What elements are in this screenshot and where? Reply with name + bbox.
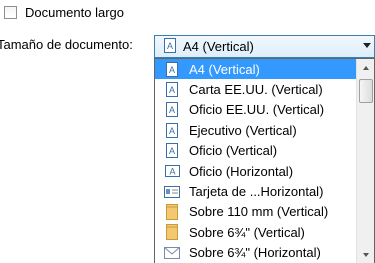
scroll-up-button[interactable] [357, 59, 374, 76]
dropdown-option[interactable]: Sobre 6¾" (Horizontal) [155, 243, 356, 263]
arrow-down-icon [362, 252, 369, 257]
document-size-label: Tamaño de documento: [0, 37, 133, 52]
dropdown-scrollbar[interactable] [356, 59, 374, 263]
svg-text:A: A [167, 41, 173, 51]
document-size-list: A A4 (Vertical) A Carta EE.UU. (Vertical) A O… [155, 59, 356, 263]
scroll-down-button[interactable] [357, 246, 374, 263]
svg-text:A: A [169, 126, 175, 136]
page-portrait-icon: A [164, 61, 180, 77]
dropdown-option[interactable]: A Carta EE.UU. (Vertical) [155, 79, 356, 99]
dropdown-option-label: Sobre 110 mm (Vertical) [189, 204, 329, 220]
dropdown-option[interactable]: Sobre 110 mm (Vertical) [155, 202, 356, 222]
envelope-icon [164, 224, 180, 241]
arrow-up-icon [362, 65, 369, 70]
dropdown-option-label: Carta EE.UU. (Vertical) [189, 82, 323, 98]
page-portrait-icon: A [164, 37, 176, 56]
dropdown-option-label: Sobre 6¾" (Vertical) [189, 224, 305, 240]
document-size-select[interactable]: A A4 (Vertical) [154, 35, 375, 58]
svg-text:A: A [169, 105, 175, 115]
long-document-option[interactable]: Documento largo [0, 3, 124, 21]
dropdown-option-label: Oficio (Vertical) [189, 143, 278, 159]
document-size-dropdown: A A4 (Vertical) A Carta EE.UU. (Vertical) A O… [154, 58, 375, 263]
dropdown-option[interactable]: A Ejecutivo (Vertical) [155, 120, 356, 140]
dropdown-option-label: Sobre 6¾" (Horizontal) [189, 245, 321, 261]
svg-text:A: A [169, 85, 175, 95]
page-portrait-icon: A [164, 143, 180, 159]
page-landscape-icon: A [164, 163, 180, 179]
svg-text:A: A [169, 146, 175, 156]
chevron-down-icon[interactable] [363, 43, 371, 48]
dropdown-option-label: Oficio (Horizontal) [189, 163, 294, 179]
dropdown-option[interactable]: A A4 (Vertical) [155, 59, 356, 80]
page-portrait-icon: A [164, 122, 180, 138]
dropdown-option-label: Ejecutivo (Vertical) [189, 122, 297, 138]
dropdown-option-label: Tarjeta de ...Horizontal) [189, 184, 324, 200]
dropdown-option[interactable]: Sobre 6¾" (Vertical) [155, 222, 356, 242]
page-portrait-icon: A [164, 82, 180, 98]
page-portrait-icon: A [164, 102, 180, 118]
dropdown-option[interactable]: A Oficio (Horizontal) [155, 161, 356, 181]
long-document-checkbox[interactable] [4, 5, 17, 19]
document-size-value: A4 (Vertical) [183, 39, 254, 54]
dropdown-option[interactable]: A Oficio (Vertical) [155, 141, 356, 161]
dropdown-option[interactable]: Tarjeta de ...Horizontal) [155, 181, 356, 201]
business-card-icon [164, 184, 180, 200]
scroll-thumb[interactable] [359, 79, 373, 103]
svg-text:A: A [169, 167, 175, 177]
dropdown-option-label: Oficio EE.UU. (Vertical) [189, 102, 325, 118]
long-document-label: Documento largo [25, 4, 124, 20]
envelope-icon [164, 203, 180, 220]
svg-text:A: A [169, 65, 175, 75]
dropdown-option-label: A4 (Vertical) [189, 61, 260, 77]
envelope-landscape-icon [164, 245, 180, 261]
dropdown-option[interactable]: A Oficio EE.UU. (Vertical) [155, 100, 356, 120]
